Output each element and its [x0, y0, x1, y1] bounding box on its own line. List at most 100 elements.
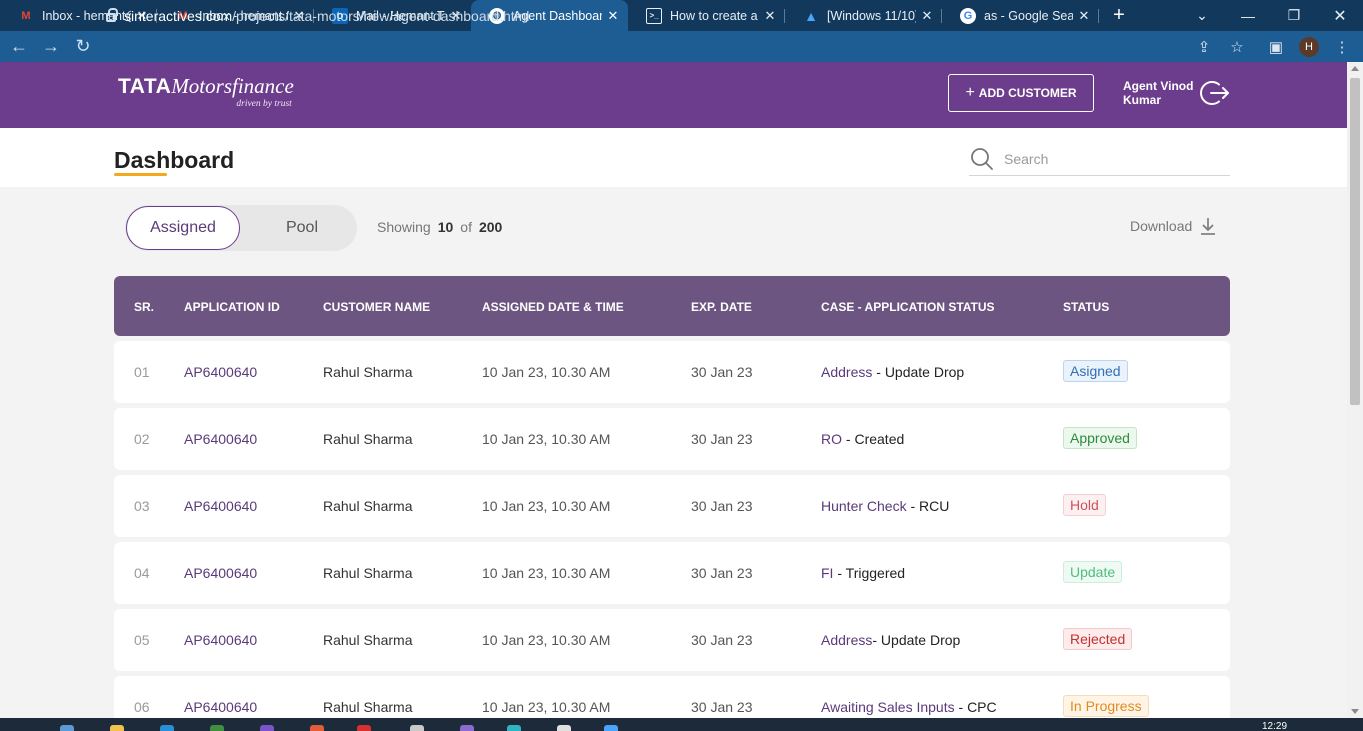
scroll-up-arrow-icon[interactable] [1351, 66, 1359, 71]
toggle-pool[interactable]: Pool [247, 205, 357, 251]
cell-customer-name: Rahul Sharma [323, 364, 413, 380]
side-panel-icon[interactable]: ▣ [1260, 31, 1292, 62]
os-taskbar: 12:29 [0, 718, 1363, 731]
case-separator: - [872, 364, 885, 380]
cell-exp-date: 30 Jan 23 [691, 431, 753, 447]
search-input[interactable] [1004, 150, 1204, 167]
cell-application-id[interactable]: AP6400640 [184, 498, 257, 514]
download-button[interactable]: Download [1130, 217, 1216, 235]
forward-icon[interactable]: → [35, 31, 67, 62]
case-separator: - [906, 498, 920, 514]
cell-customer-name: Rahul Sharma [323, 632, 413, 648]
taskbar-app-icon[interactable] [60, 725, 74, 731]
cell-case-status: Address - Update Drop [821, 364, 964, 380]
cell-application-id[interactable]: AP6400640 [184, 565, 257, 581]
title-underline [114, 173, 167, 176]
table-row[interactable]: 03 AP6400640 Rahul Sharma 10 Jan 23, 10.30 … [114, 475, 1230, 537]
add-customer-button[interactable]: + ADD CUSTOMER [948, 74, 1094, 112]
taskbar-app-icon[interactable] [507, 725, 521, 731]
cell-case-status: Hunter Check - RCU [821, 498, 949, 514]
page-title-bar: Dashboard [0, 128, 1347, 187]
toggle-assigned[interactable]: Assigned [126, 206, 240, 250]
cell-exp-date: 30 Jan 23 [691, 632, 753, 648]
table-row[interactable]: 01 AP6400640 Rahul Sharma 10 Jan 23, 10.30 … [114, 341, 1230, 403]
cell-assigned-date: 10 Jan 23, 10.30 AM [482, 364, 611, 380]
agent-name: Agent Vinod Kumar [1123, 79, 1194, 107]
profile-initial: H [1299, 36, 1319, 57]
status-badge: Hold [1063, 494, 1106, 516]
url-host: sinteractives.com [124, 7, 233, 24]
case-separator: - [872, 632, 881, 648]
taskbar-app-icon[interactable] [110, 725, 124, 731]
taskbar-app-icon[interactable] [557, 725, 571, 731]
url-field[interactable]: sinteractives.com/projects/tata-motors/n… [106, 2, 1258, 29]
bookmark-star-icon[interactable]: ☆ [1221, 31, 1253, 62]
taskbar-app-icon[interactable] [160, 725, 174, 731]
reload-icon[interactable]: ↻ [67, 31, 99, 62]
column-header-assigned-date[interactable]: ASSIGNED DATE & TIME [482, 300, 624, 314]
profile-avatar[interactable]: H [1293, 31, 1325, 62]
case-separator: - [954, 699, 968, 715]
table-row[interactable]: 05 AP6400640 Rahul Sharma 10 Jan 23, 10.30 … [114, 609, 1230, 671]
taskbar-app-icon[interactable] [460, 725, 474, 731]
status-badge: In Progress [1063, 695, 1149, 717]
showing-count: Showing 10 of 200 [377, 219, 502, 235]
cell-assigned-date: 10 Jan 23, 10.30 AM [482, 431, 611, 447]
column-header-application-id[interactable]: APPLICATION ID [184, 300, 280, 314]
restore-icon[interactable]: ❐ [1271, 0, 1317, 31]
taskbar-app-icon[interactable] [310, 725, 324, 731]
search-icon [971, 147, 993, 170]
table-row[interactable]: 02 AP6400640 Rahul Sharma 10 Jan 23, 10.30 … [114, 408, 1230, 470]
cell-application-id[interactable]: AP6400640 [184, 364, 257, 380]
status-badge: Rejected [1063, 628, 1133, 650]
showing-label: Showing [377, 219, 431, 235]
total-count-value: 200 [478, 219, 503, 235]
cell-exp-date: 30 Jan 23 [691, 699, 753, 715]
cell-sr: 05 [134, 632, 150, 648]
scrollbar-thumb[interactable] [1350, 78, 1360, 405]
logo-tata-text: TATA [118, 75, 172, 98]
table-header: SR. APPLICATION ID CUSTOMER NAME ASSIGNE… [114, 276, 1230, 336]
taskbar-app-icon[interactable] [410, 725, 424, 731]
logo-motors-text: Motorsfinance [171, 74, 294, 98]
case-application-status: Triggered [845, 565, 906, 581]
cell-case-status: RO - Created [821, 431, 904, 447]
column-header-status[interactable]: STATUS [1063, 300, 1109, 314]
column-header-case-status[interactable]: CASE - APPLICATION STATUS [821, 300, 995, 314]
logo-tagline: driven by trust [236, 99, 292, 109]
column-header-exp-date[interactable]: EXP. DATE [691, 300, 752, 314]
case-type: FI [821, 565, 834, 581]
cell-sr: 02 [134, 431, 150, 447]
gmail-icon: M [21, 9, 31, 22]
status-badge: Asigned [1063, 360, 1128, 382]
address-bar-row: ← → ↻ [0, 31, 1363, 62]
taskbar-app-icon[interactable] [260, 725, 274, 731]
cell-application-id[interactable]: AP6400640 [184, 699, 257, 715]
taskbar-app-icon[interactable] [210, 725, 224, 731]
cell-application-id[interactable]: AP6400640 [184, 431, 257, 447]
back-icon[interactable]: ← [3, 31, 35, 62]
close-window-icon[interactable]: ✕ [1317, 0, 1363, 31]
status-badge: Update [1063, 561, 1123, 583]
page-scrollbar[interactable] [1347, 62, 1363, 718]
cell-case-status: Address- Update Drop [821, 632, 960, 648]
add-customer-label: ADD CUSTOMER [978, 86, 1077, 100]
cell-customer-name: Rahul Sharma [323, 565, 413, 581]
table-row[interactable]: 04 AP6400640 Rahul Sharma 10 Jan 23, 10.30 … [114, 542, 1230, 604]
menu-kebab-icon[interactable]: ⋮ [1326, 31, 1358, 62]
search-box[interactable] [969, 142, 1230, 176]
taskbar-app-icon[interactable] [357, 725, 371, 731]
cell-assigned-date: 10 Jan 23, 10.30 AM [482, 498, 611, 514]
showing-count-value: 10 [437, 219, 454, 235]
column-header-sr[interactable]: SR. [134, 300, 154, 314]
scroll-down-arrow-icon[interactable] [1351, 709, 1359, 714]
download-icon [1201, 218, 1216, 235]
app-header: TATAMotorsfinance driven by trust + ADD … [0, 62, 1347, 128]
taskbar-app-icon[interactable] [604, 725, 618, 731]
case-application-status: Update Drop [884, 364, 965, 380]
share-icon[interactable]: ⇪ [1188, 31, 1220, 62]
cell-application-id[interactable]: AP6400640 [184, 632, 257, 648]
logout-icon[interactable] [1199, 78, 1231, 108]
column-header-customer-name[interactable]: CUSTOMER NAME [323, 300, 430, 314]
tata-motors-finance-logo[interactable]: TATAMotorsfinance driven by trust [118, 74, 294, 109]
